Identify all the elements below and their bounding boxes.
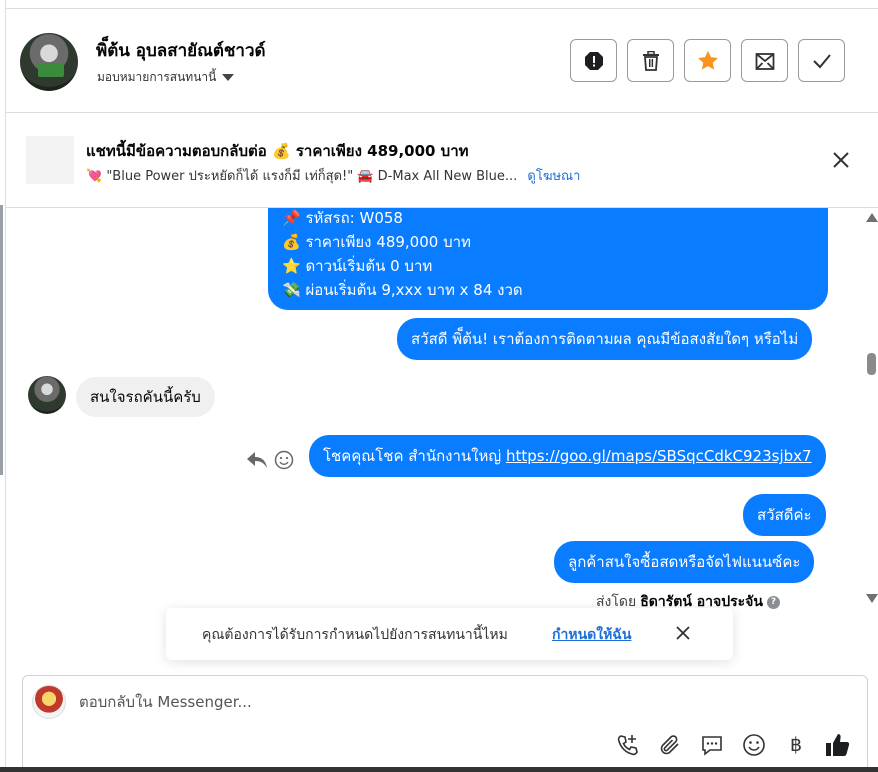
mark-unread-icon	[755, 52, 774, 70]
maps-link[interactable]: https://goo.gl/maps/SBSqcCdkC923sjbx7	[506, 447, 812, 465]
scroll-down-arrow[interactable]	[866, 594, 878, 603]
ad-subtitle-row: 💘 "Blue Power ประหยัดก็ได้ แรงก็มี เท่ก็…	[86, 165, 580, 186]
contact-name[interactable]: พิ็ต้น อุบลสายัณต์ชาวด์	[96, 37, 266, 64]
saved-reply-icon	[702, 736, 722, 756]
message-thread[interactable]: 📌 รหัสรถ: W058 💰 ราคาเพียง 489,000 บาท ⭐…	[6, 208, 864, 663]
assign-to-me-toast: คุณต้องการได้รับการกำหนดไปยังการสนทนานี้…	[166, 608, 733, 660]
like-button[interactable]	[825, 732, 851, 758]
emoji-button[interactable]	[741, 732, 767, 758]
question-message[interactable]: ลูกค้าสนใจซื้อสดหรือจัดไฟแนนซ์คะ	[554, 541, 815, 583]
composer-toolbar: ฿	[615, 732, 851, 758]
ad-thumbnail	[26, 136, 74, 184]
assign-conversation-dropdown[interactable]: มอบหมายการสนทนานี้	[97, 68, 235, 87]
conversation-header: พิ็ต้น อุบลสายัณต์ชาวด์ มอบหมายการสนทนาน…	[6, 8, 878, 113]
message-actions	[246, 450, 294, 470]
star-button[interactable]	[684, 39, 731, 82]
customer-message[interactable]: สนใจรถคันนี้ครับ	[76, 377, 215, 417]
spam-icon	[584, 51, 603, 70]
left-panel-scrollbar[interactable]	[0, 205, 3, 475]
ad-subtitle: 💘 "Blue Power ประหยัดก็ได้ แรงก็มี เท่ก็…	[86, 169, 518, 184]
saved-replies-button[interactable]	[699, 732, 725, 758]
like-icon	[826, 734, 850, 756]
mark-done-button[interactable]	[798, 39, 845, 82]
page-avatar	[32, 685, 66, 719]
star-icon	[697, 50, 718, 70]
car-detail-line: ⭐ ดาวน์เริ่มต้น 0 บาท	[282, 257, 433, 275]
contact-avatar[interactable]	[20, 33, 78, 91]
greeting-message[interactable]: สวัสดีค่ะ	[743, 494, 826, 536]
reply-icon[interactable]	[246, 451, 268, 469]
car-detail-line: 💸 ผ่อนเริ่มต้น 9,xxx บาท x 84 งวด	[282, 281, 523, 299]
followup-message[interactable]: สวัสดี พิ็ต้น! เราต้องการติดตามผล คุณมีข…	[397, 318, 813, 360]
customer-avatar	[28, 376, 66, 414]
done-icon	[812, 53, 831, 68]
attach-button[interactable]	[657, 732, 683, 758]
car-details-message[interactable]: 📌 รหัสรถ: W058 💰 ราคาเพียง 489,000 บาท ⭐…	[268, 208, 828, 310]
car-detail-line: 💰 ราคาเพียง 489,000 บาท	[282, 233, 471, 251]
view-ad-link[interactable]: ดูโฆษณา	[527, 169, 580, 184]
location-text: โชคคุณโชค สำนักงานใหญ่	[323, 447, 506, 465]
close-icon[interactable]	[674, 624, 692, 642]
location-message[interactable]: โชคคุณโชค สำนักงานใหญ่ https://goo.gl/ma…	[309, 435, 826, 477]
mark-unread-button[interactable]	[741, 39, 788, 82]
call-button[interactable]	[615, 732, 641, 758]
window-bottom-edge	[0, 767, 878, 772]
delete-button[interactable]	[627, 39, 674, 82]
attach-icon	[660, 735, 679, 755]
caret-down-icon	[222, 74, 235, 81]
assign-to-me-link[interactable]: กำหนดให้ฉัน	[552, 624, 631, 646]
ad-reply-banner: แชทนี้มีข้อความตอบกลับต่อ 💰 ราคาเพียง 48…	[6, 113, 878, 208]
header-toolbar	[570, 39, 845, 82]
help-icon[interactable]: ?	[766, 595, 780, 609]
call-icon	[617, 735, 638, 756]
trash-icon	[642, 50, 659, 71]
react-emoji-icon[interactable]	[274, 450, 294, 470]
toast-text: คุณต้องการได้รับการกำหนดไปยังการสนทนานี้…	[202, 627, 508, 643]
scrollbar-thumb[interactable]	[867, 353, 876, 375]
assign-label: มอบหมายการสนทนานี้	[97, 70, 217, 84]
scroll-up-arrow[interactable]	[866, 213, 878, 222]
ad-title: แชทนี้มีข้อความตอบกลับต่อ 💰 ราคาเพียง 48…	[86, 142, 469, 160]
close-icon[interactable]	[830, 149, 852, 171]
car-detail-line: 📌 รหัสรถ: W058	[282, 209, 403, 227]
reply-input[interactable]	[79, 693, 779, 711]
emoji-icon	[743, 734, 765, 756]
mark-spam-button[interactable]	[570, 39, 617, 82]
payment-button[interactable]: ฿	[783, 732, 809, 758]
message-composer: ฿	[22, 675, 868, 772]
